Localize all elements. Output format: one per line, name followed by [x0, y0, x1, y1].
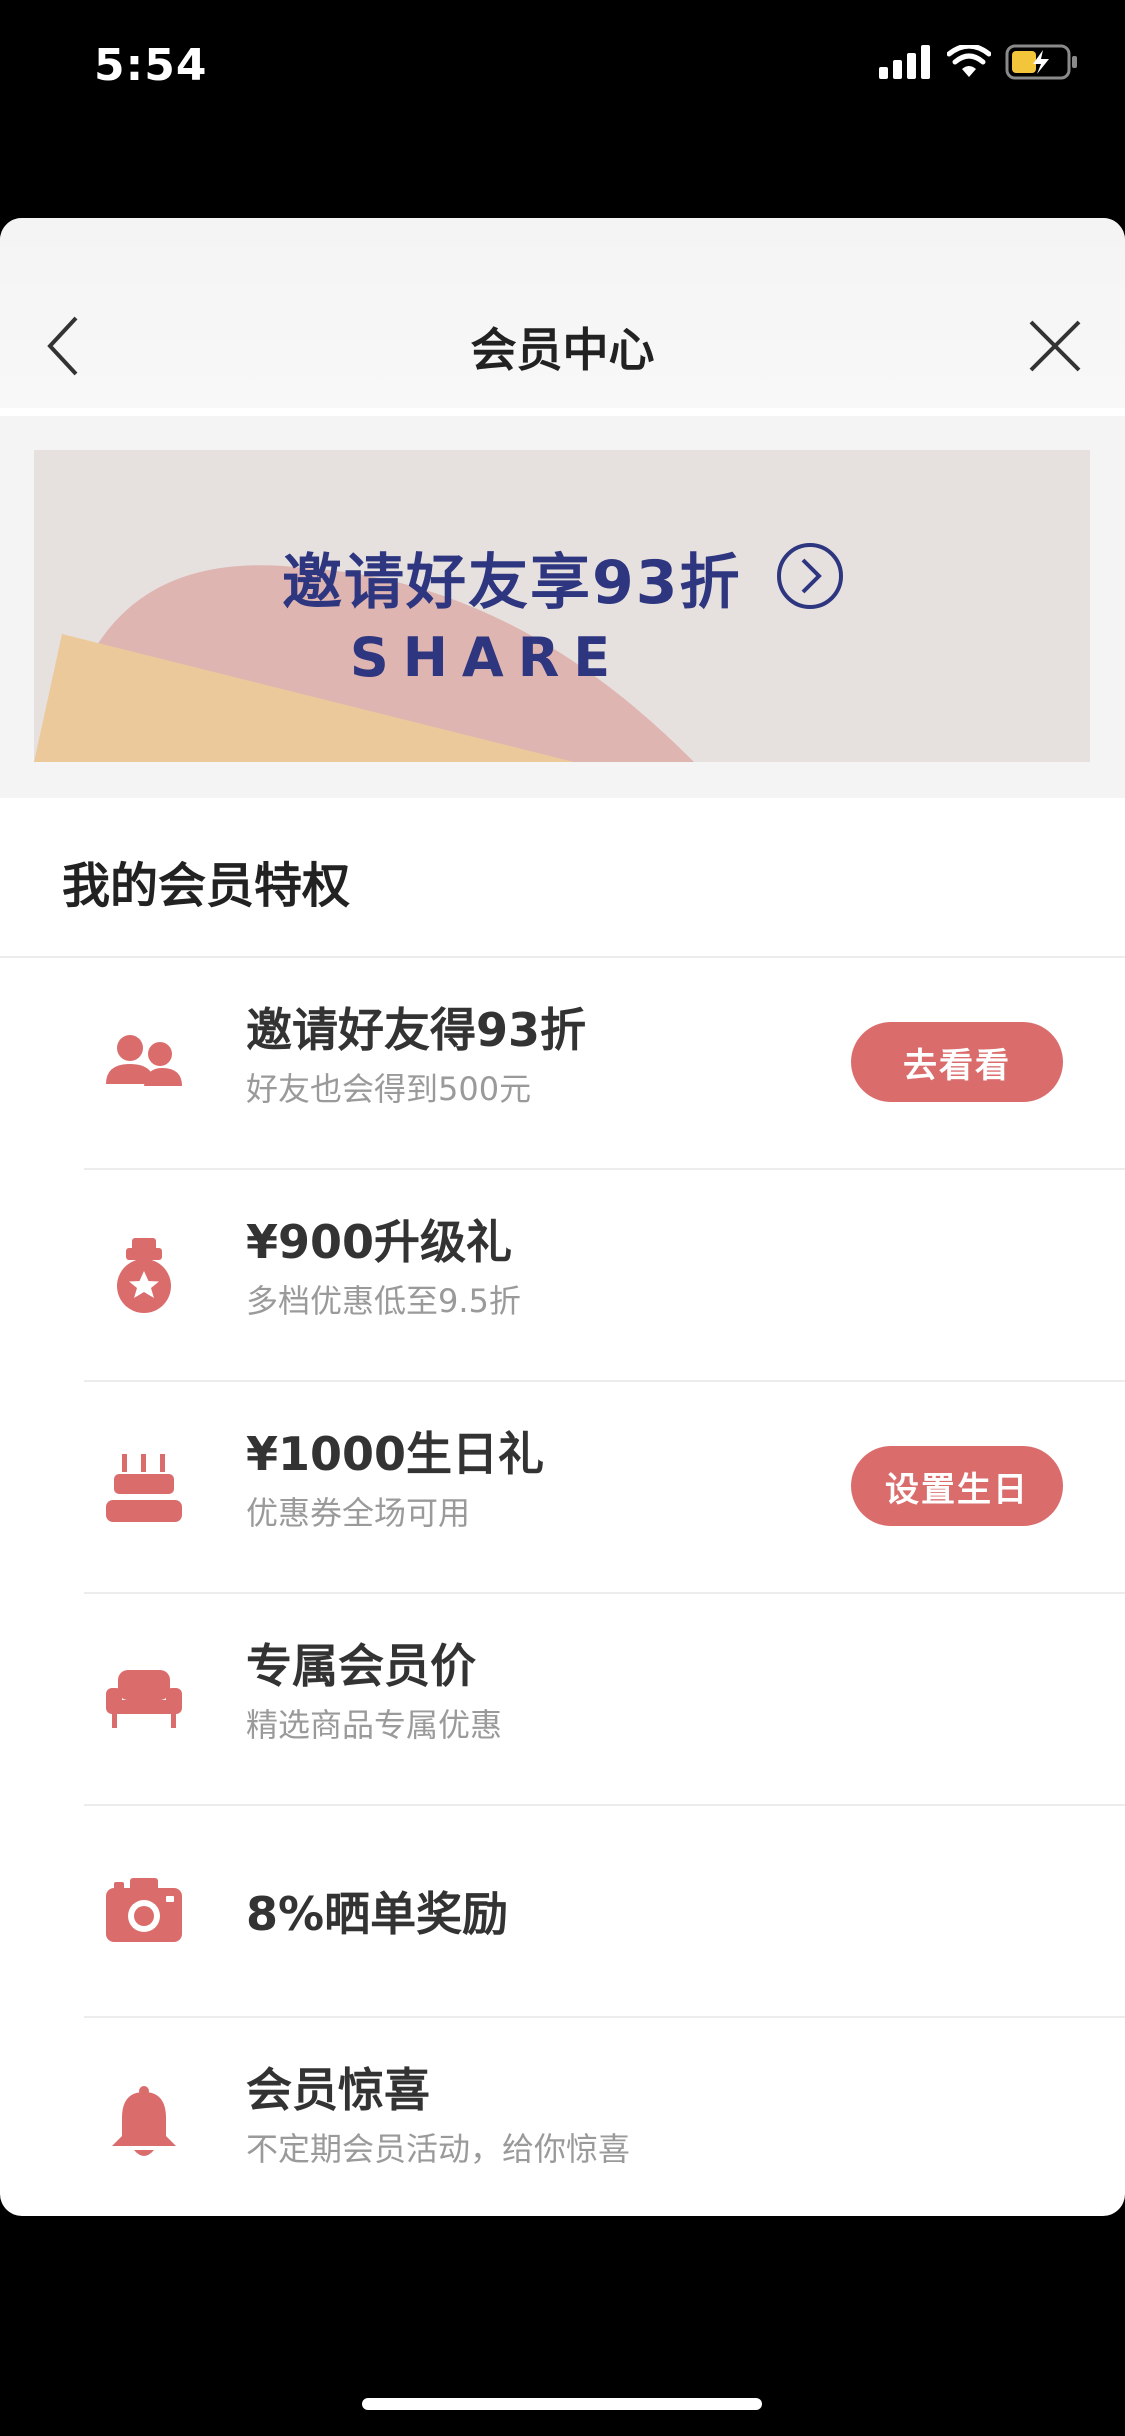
arrow-right-circle-icon — [777, 543, 843, 609]
camera-icon — [106, 1878, 182, 1942]
wifi-icon — [947, 45, 991, 77]
perk-subtitle: 好友也会得到500元 — [246, 1070, 532, 1108]
status-icons — [879, 44, 1079, 80]
nav-bar: 会员中心 — [0, 218, 1125, 408]
banner-subtitle-text: SHARE — [349, 626, 625, 689]
perk-subtitle: 多档优惠低至9.5折 — [246, 1282, 521, 1320]
banner-title: 邀请好友享93折 — [282, 548, 742, 618]
signal-icon — [879, 45, 930, 79]
status-time: 5:54 — [94, 40, 208, 91]
perk-title: 专属会员价 — [246, 1639, 476, 1693]
perk-invite: 邀请好友得93折 好友也会得到500元 去看看 — [0, 958, 1125, 1170]
set-birthday-button[interactable]: 设置生日 — [851, 1446, 1063, 1526]
close-icon[interactable] — [1023, 314, 1087, 378]
perk-title: ¥900升级礼 — [246, 1215, 513, 1269]
sofa-icon — [106, 1670, 182, 1728]
perk-surprise: 会员惊喜 不定期会员活动，给你惊喜 — [0, 2018, 1125, 2216]
home-indicator[interactable] — [362, 2398, 762, 2410]
perk-subtitle: 精选商品专属优惠 — [246, 1706, 503, 1744]
users-icon — [106, 1035, 182, 1086]
bell-icon — [112, 2086, 176, 2156]
banner-section: 邀请好友享93折 SHARE — [0, 416, 1125, 798]
perk-member-price: 专属会员价 精选商品专属优惠 — [0, 1594, 1125, 1806]
perk-upgrade-gift: ¥900升级礼 多档优惠低至9.5折 — [0, 1170, 1125, 1382]
member-center-sheet: 会员中心 邀请好友享93折 SHARE 我的会员特权 邀请好友得93折 好友也会… — [0, 218, 1125, 2216]
perk-title: 会员惊喜 — [246, 2063, 430, 2117]
invite-banner[interactable]: 邀请好友享93折 SHARE — [34, 450, 1090, 762]
section-title: 我的会员特权 — [62, 858, 351, 914]
perk-title: 邀请好友得93折 — [246, 1003, 587, 1057]
cake-icon — [106, 1454, 182, 1522]
perk-title: 8%晒单奖励 — [246, 1887, 509, 1941]
banner-subtitle: SHARE — [34, 626, 1090, 689]
perk-birthday-gift: ¥1000生日礼 优惠券全场可用 设置生日 — [0, 1382, 1125, 1594]
perk-subtitle: 不定期会员活动，给你惊喜 — [246, 2130, 631, 2168]
perk-review-reward: 8%晒单奖励 — [0, 1806, 1125, 2018]
battery-icon — [1005, 44, 1077, 80]
go-see-button[interactable]: 去看看 — [851, 1022, 1063, 1102]
page-title: 会员中心 — [470, 323, 655, 377]
perk-title: ¥1000生日礼 — [246, 1427, 545, 1481]
status-bar: 5:54 — [0, 0, 1125, 140]
medal-icon — [117, 1238, 171, 1313]
perk-subtitle: 优惠券全场可用 — [246, 1494, 471, 1532]
